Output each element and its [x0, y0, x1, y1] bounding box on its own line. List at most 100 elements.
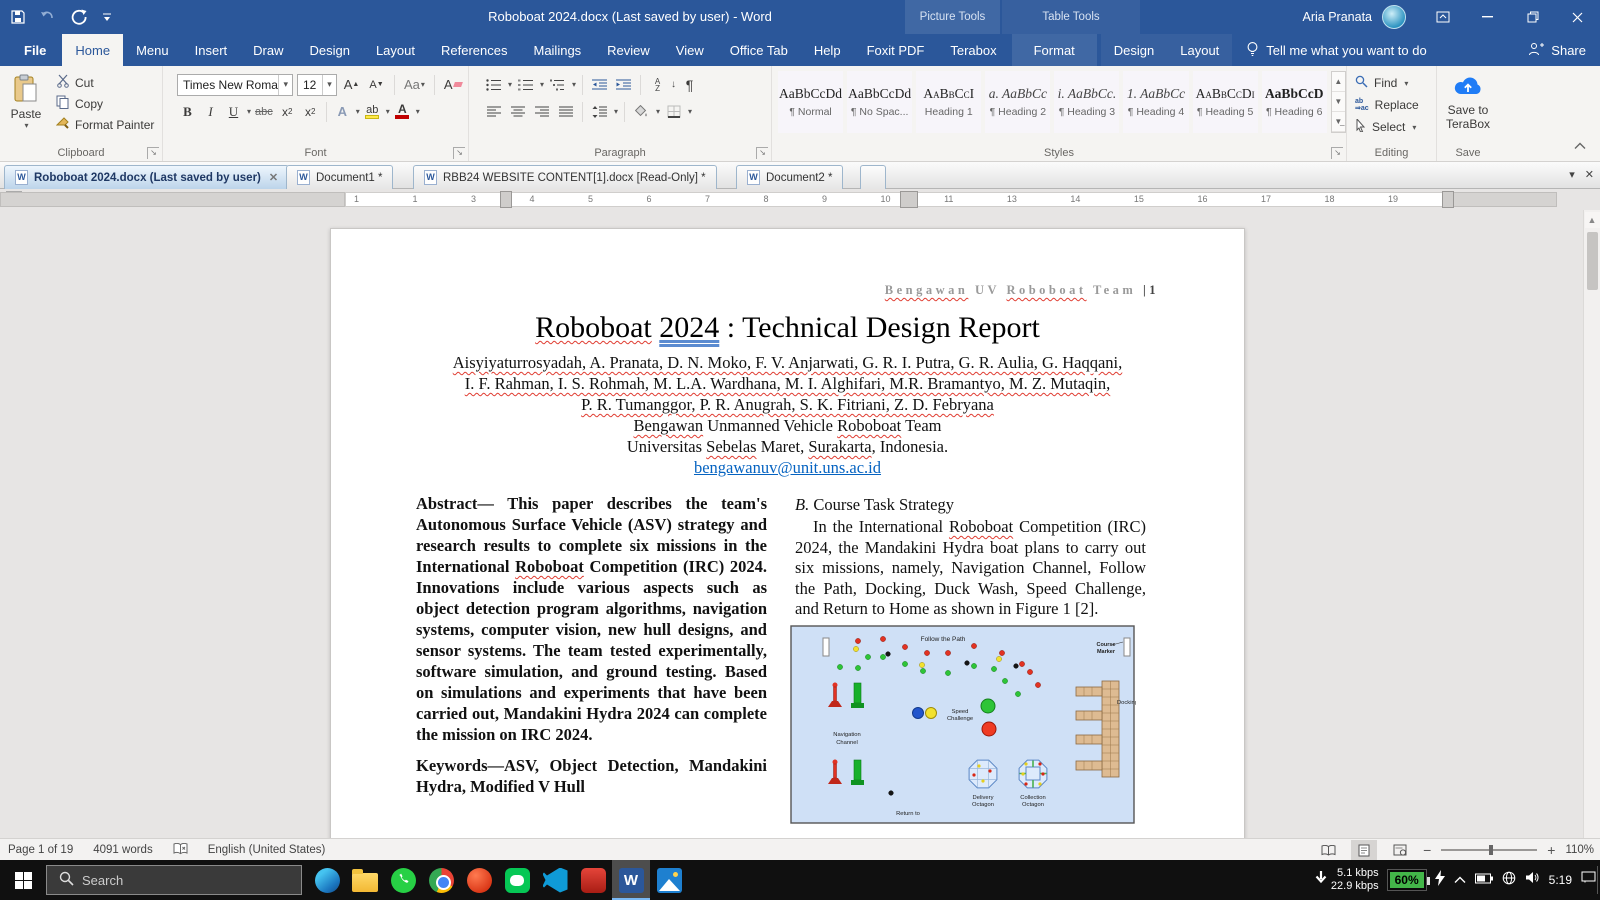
tab-design[interactable]: Design: [296, 34, 362, 66]
font-size-combo[interactable]: 12 ▾: [297, 74, 337, 96]
increase-indent-button[interactable]: [613, 74, 634, 96]
shading-dropdown-icon[interactable]: ▾: [656, 107, 660, 116]
align-left-button[interactable]: [483, 101, 504, 123]
paste-dropdown-icon[interactable]: ▾: [24, 121, 28, 130]
font-family-combo[interactable]: Times New Romar ▾: [177, 74, 293, 96]
find-button[interactable]: Find▾: [1347, 72, 1436, 94]
style-heading4[interactable]: 1. AaBbCc¶ Heading 4: [1123, 71, 1188, 133]
tell-me-box[interactable]: Tell me what you want to do: [1246, 34, 1426, 66]
borders-button[interactable]: [663, 101, 684, 123]
close-button[interactable]: [1555, 0, 1600, 34]
font-dialog-launcher[interactable]: ↘: [453, 147, 465, 159]
tab-mailings[interactable]: Mailings: [520, 34, 594, 66]
restore-button[interactable]: [1510, 0, 1555, 34]
share-button[interactable]: Share: [1528, 34, 1586, 66]
save-icon[interactable]: [10, 9, 26, 25]
replace-button[interactable]: ab⇒ac Replace: [1347, 94, 1436, 116]
read-mode-button[interactable]: [1315, 840, 1341, 860]
battery-icon[interactable]: [1475, 871, 1493, 889]
edge-icon[interactable]: [308, 860, 346, 900]
battery-percent-widget[interactable]: 60%: [1388, 870, 1426, 890]
superscript-button[interactable]: x2: [300, 101, 321, 123]
speaker-icon[interactable]: [1525, 871, 1540, 889]
styles-scroll-down-icon[interactable]: ▼: [1332, 92, 1345, 112]
save-to-terabox-button[interactable]: Save to TeraBox: [1437, 66, 1499, 144]
vertical-scrollbar[interactable]: ▲: [1583, 210, 1600, 838]
format-painter-button[interactable]: Format Painter: [52, 114, 158, 135]
decrease-indent-button[interactable]: [589, 74, 610, 96]
taskbar-search-box[interactable]: Search: [46, 865, 302, 895]
doctab-close-icon[interactable]: ✕: [269, 171, 278, 184]
font-color-button[interactable]: A: [392, 101, 413, 123]
tab-office-tab[interactable]: Office Tab: [717, 34, 801, 66]
paragraph-dialog-launcher[interactable]: ↘: [756, 147, 768, 159]
word-taskbar-icon[interactable]: W: [612, 860, 650, 900]
language-indicator[interactable]: English (United States): [208, 844, 326, 856]
network-speed-widget[interactable]: 5.1 kbps 22.9 kbps: [1315, 867, 1379, 893]
styles-scroll-up-icon[interactable]: ▲: [1332, 72, 1345, 92]
multilevel-list-button[interactable]: [547, 74, 568, 96]
copy-button[interactable]: Copy: [52, 93, 158, 114]
line-spacing-dropdown-icon[interactable]: ▾: [614, 107, 618, 116]
doctab-document2[interactable]: Document2 *: [736, 165, 843, 189]
brave-browser-icon[interactable]: [460, 860, 498, 900]
change-case-button[interactable]: Aa▾: [402, 74, 427, 96]
underline-button[interactable]: U: [223, 101, 244, 123]
font-family-dropdown-icon[interactable]: ▾: [278, 75, 292, 95]
web-layout-button[interactable]: [1387, 840, 1413, 860]
tab-view[interactable]: View: [663, 34, 717, 66]
underline-dropdown-icon[interactable]: ▾: [247, 107, 251, 116]
strikethrough-button[interactable]: abc: [253, 101, 275, 123]
page[interactable]: Bengawan UV Roboboat Team |1 Roboboat 20…: [330, 228, 1245, 838]
word-count[interactable]: 4091 words: [93, 844, 152, 856]
redo-icon[interactable]: [70, 8, 88, 26]
tab-terabox[interactable]: Terabox: [937, 34, 1009, 66]
sort-button[interactable]: AZ: [647, 74, 668, 96]
shrink-font-button[interactable]: A▼: [366, 74, 387, 96]
bullets-button[interactable]: [483, 74, 504, 96]
select-button[interactable]: Select▾: [1347, 116, 1436, 138]
bold-button[interactable]: B: [177, 101, 198, 123]
doctab-roboboat[interactable]: Roboboat 2024.docx (Last saved by user) …: [4, 165, 289, 189]
file-explorer-icon[interactable]: [346, 860, 384, 900]
tab-file[interactable]: File: [8, 34, 62, 66]
style-no-spacing[interactable]: AaBbCcDd¶ No Spac...: [847, 71, 912, 133]
doctab-list-dropdown-icon[interactable]: ▾: [1569, 168, 1575, 181]
tab-menu[interactable]: Menu: [123, 34, 182, 66]
line-messenger-icon[interactable]: [498, 860, 536, 900]
tab-review[interactable]: Review: [594, 34, 663, 66]
doctab-new[interactable]: [860, 165, 886, 189]
tab-table-design[interactable]: Design: [1101, 34, 1167, 66]
user-avatar[interactable]: [1382, 5, 1406, 29]
cut-button[interactable]: Cut: [52, 72, 158, 93]
zoom-slider-thumb[interactable]: [1489, 845, 1493, 855]
shading-button[interactable]: [631, 101, 652, 123]
customize-qat-icon[interactable]: [102, 11, 112, 23]
pdf-app-icon[interactable]: [574, 860, 612, 900]
tab-foxit-pdf[interactable]: Foxit PDF: [854, 34, 938, 66]
tab-insert[interactable]: Insert: [182, 34, 241, 66]
font-size-dropdown-icon[interactable]: ▾: [322, 75, 336, 95]
show-paragraph-marks-button[interactable]: ¶: [679, 74, 700, 96]
bullets-dropdown-icon[interactable]: ▾: [508, 80, 512, 89]
style-heading1[interactable]: AaBbCcIHeading 1: [916, 71, 981, 133]
styles-more-icon[interactable]: ▼̲: [1332, 112, 1345, 132]
clipboard-dialog-launcher[interactable]: ↘: [147, 147, 159, 159]
tab-draw[interactable]: Draw: [240, 34, 296, 66]
collapse-ribbon-icon[interactable]: [1574, 137, 1586, 155]
multilevel-dropdown-icon[interactable]: ▾: [572, 80, 576, 89]
borders-dropdown-icon[interactable]: ▾: [688, 107, 692, 116]
style-normal[interactable]: AaBbCcDd¶ Normal: [778, 71, 843, 133]
lightning-icon[interactable]: [1435, 870, 1445, 891]
subscript-button[interactable]: x2: [277, 101, 298, 123]
align-center-button[interactable]: [507, 101, 528, 123]
document-canvas[interactable]: Bengawan UV Roboboat Team |1 Roboboat 20…: [0, 210, 1600, 838]
chrome-icon[interactable]: [422, 860, 460, 900]
zoom-level[interactable]: 110%: [1565, 844, 1594, 856]
tab-layout[interactable]: Layout: [363, 34, 428, 66]
text-effects-button[interactable]: A: [332, 101, 353, 123]
photos-icon[interactable]: [650, 860, 688, 900]
indent-marker[interactable]: [500, 191, 512, 208]
action-center-icon[interactable]: [1581, 871, 1596, 889]
highlight-button[interactable]: ab: [362, 101, 383, 123]
